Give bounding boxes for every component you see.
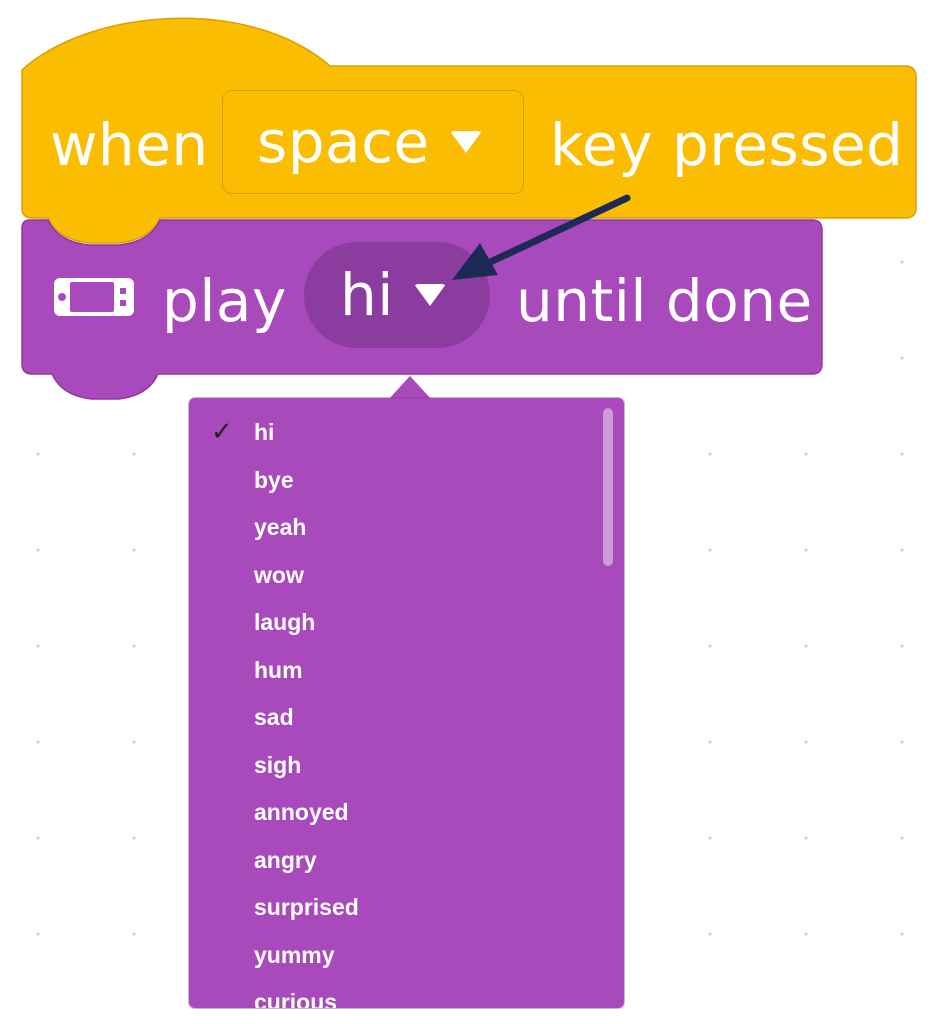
menu-item-label: hum [254,657,303,683]
menu-item-angry[interactable]: angry [189,840,599,880]
menu-item-annoyed[interactable]: annoyed [189,792,599,832]
menu-item-sigh[interactable]: sigh [189,745,599,785]
menu-item-label: wow [254,562,304,588]
console-speaker-icon [54,278,134,316]
menu-item-label: curious [254,989,338,1008]
menu-item-label: yeah [254,514,307,540]
menu-item-yeah[interactable]: yeah [189,507,599,547]
menu-item-label: hi [254,419,275,445]
menu-item-label: yummy [254,942,335,968]
sound-menu[interactable]: ✓ hi bye yeah wow laugh hum sad sigh ann… [189,398,624,1008]
menu-item-curious[interactable]: curious [189,982,599,1008]
pointer-arrow [452,194,631,280]
menu-item-label: bye [254,467,294,493]
menu-item-hum[interactable]: hum [189,650,599,690]
menu-item-bye[interactable]: bye [189,460,599,500]
menu-item-label: laugh [254,609,316,635]
menu-item-sad[interactable]: sad [189,697,599,737]
checkmark-icon: ✓ [211,417,233,447]
play-label: play [162,267,287,335]
sound-value: hi [340,261,394,329]
menu-item-label: annoyed [254,799,349,825]
menu-item-yummy[interactable]: yummy [189,935,599,975]
menu-item-wow[interactable]: wow [189,555,599,595]
menu-item-label: surprised [254,894,359,920]
menu-item-label: sigh [254,752,302,778]
menu-scrollbar[interactable] [603,408,613,566]
menu-item-laugh[interactable]: laugh [189,602,599,642]
menu-item-label: angry [254,847,317,873]
menu-item-label: sad [254,704,294,730]
menu-item-surprised[interactable]: surprised [189,887,599,927]
menu-item-hi[interactable]: ✓ hi [189,412,599,452]
menu-notch [388,376,432,400]
